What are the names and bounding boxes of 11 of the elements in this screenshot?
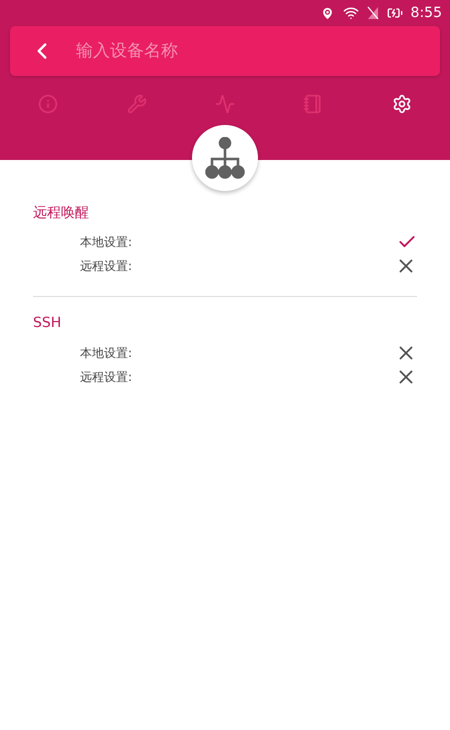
status-time: 8:55 bbox=[410, 5, 442, 21]
setting-label: 本地设置: bbox=[80, 344, 132, 362]
setting-label: 远程设置: bbox=[80, 368, 132, 386]
section-title: 远程唤醒 bbox=[33, 204, 90, 223]
section-title: SSH bbox=[33, 315, 62, 333]
setting-label: 本地设置: bbox=[80, 234, 132, 250]
setting-label: 远程设置: bbox=[80, 258, 132, 274]
wifi-icon bbox=[342, 5, 359, 21]
no-signal-icon bbox=[366, 6, 379, 20]
device-name-field[interactable]: 输入设备名称 bbox=[10, 26, 440, 76]
network-icon bbox=[205, 137, 245, 179]
